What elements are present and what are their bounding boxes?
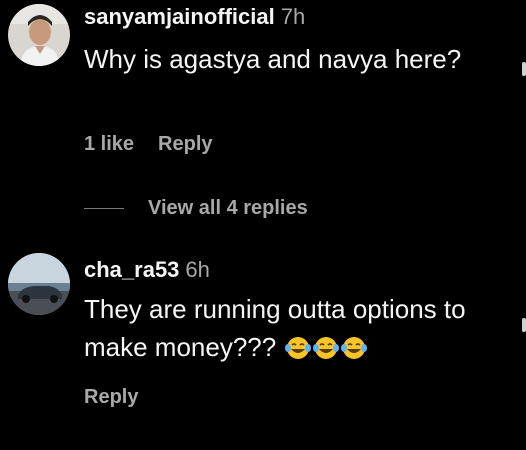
comment-username[interactable]: sanyamjainofficial 7h xyxy=(84,4,305,30)
avatar[interactable] xyxy=(8,253,70,315)
avatar-image xyxy=(8,4,70,66)
face-with-tears-of-joy-icon xyxy=(313,337,340,359)
like-count[interactable]: 1 like xyxy=(84,133,134,156)
comment-time: 7h xyxy=(280,4,306,29)
comment-time: 6h xyxy=(185,257,210,282)
face-with-tears-of-joy-icon xyxy=(285,337,312,359)
comment-text-body: They are running outta options to make m… xyxy=(84,294,466,362)
comment-actions: 1 like Reply xyxy=(84,133,213,156)
emoji-group xyxy=(284,332,368,370)
avatar-image xyxy=(8,253,70,315)
comment-text: They are running outta options to make m… xyxy=(84,290,514,370)
face-with-tears-of-joy-icon xyxy=(341,337,368,359)
avatar[interactable] xyxy=(8,4,70,66)
view-replies-button[interactable]: View all 4 replies xyxy=(84,196,308,220)
comment-text: Why is agastya and navya here? xyxy=(84,44,462,74)
reply-button[interactable]: Reply xyxy=(84,386,138,409)
like-button-edge[interactable] xyxy=(522,62,526,76)
comment-username[interactable]: cha_ra53 6h xyxy=(84,257,210,283)
like-button-edge[interactable] xyxy=(522,318,526,332)
reply-button[interactable]: Reply xyxy=(158,133,212,156)
comment-actions: Reply xyxy=(84,386,138,409)
divider-line xyxy=(84,207,124,209)
username-text[interactable]: sanyamjainofficial xyxy=(84,4,275,29)
username-text[interactable]: cha_ra53 xyxy=(84,257,179,282)
view-replies-label[interactable]: View all 4 replies xyxy=(148,197,308,220)
